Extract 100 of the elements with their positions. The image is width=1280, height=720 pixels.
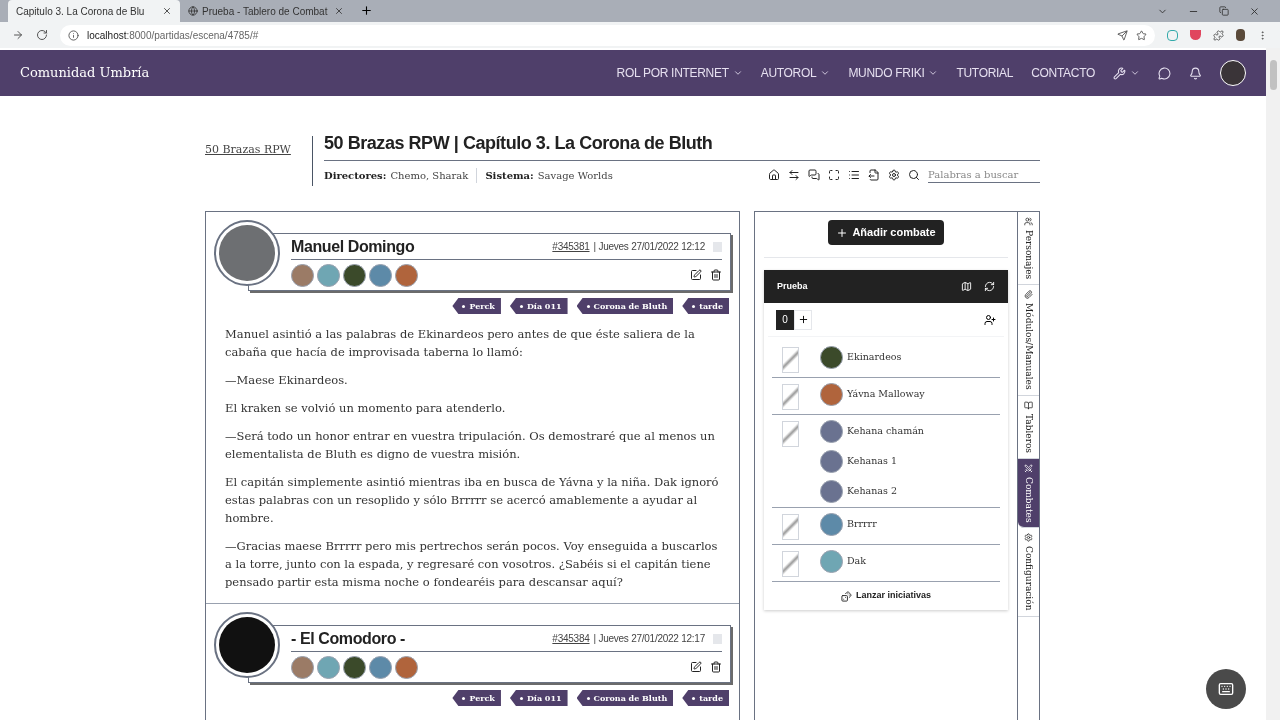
map-icon[interactable] <box>961 281 972 292</box>
chat-icon[interactable] <box>1158 66 1171 80</box>
caret-icon <box>928 68 939 78</box>
address-bar[interactable]: localhost:8000/partidas/escena/4785/# <box>60 24 1155 46</box>
combatant-name[interactable]: Kehanas 1 <box>847 453 897 469</box>
roll-initiative-button[interactable]: Lanzar iniciativas <box>772 582 1000 610</box>
combatant-name[interactable]: Yávna Malloway <box>847 386 925 402</box>
combatant-name[interactable]: Kehanas 2 <box>847 483 897 499</box>
fullscreen-icon[interactable] <box>828 169 840 181</box>
tag[interactable]: Corona de Bluth <box>576 690 674 706</box>
scrollbar[interactable] <box>1266 48 1280 720</box>
tag[interactable]: Corona de Bluth <box>576 298 674 314</box>
settings-icon[interactable] <box>888 169 900 181</box>
pocket-icon[interactable] <box>1190 30 1201 40</box>
playing-card-icon <box>782 551 799 577</box>
combatant-avatar <box>820 549 843 573</box>
round-counter: 0 <box>776 309 794 330</box>
combatant-name[interactable]: Dak <box>847 553 867 569</box>
side-tab[interactable]: Personajes <box>1018 212 1039 286</box>
url-host: localhost <box>87 28 127 43</box>
side-tab[interactable]: Configuración <box>1018 528 1039 617</box>
post-paragraph: —Maese Ekinardeos. <box>225 372 349 389</box>
browser-tab[interactable]: Prueba - Tablero de Combat <box>180 0 352 22</box>
chat-icon[interactable] <box>808 169 820 181</box>
tag[interactable]: tarde <box>682 690 729 706</box>
wrench-icon[interactable] <box>1113 66 1126 80</box>
playing-card-icon <box>782 421 799 447</box>
combat-title: Prueba <box>777 279 808 293</box>
close-icon[interactable] <box>334 6 344 16</box>
combatant-name[interactable]: Brrrrr <box>847 516 877 532</box>
nav-link[interactable]: CONTACTO <box>1031 64 1095 82</box>
forward-icon[interactable] <box>12 29 24 41</box>
directors-value: Chemo, Sharak <box>390 167 478 183</box>
combatant-name[interactable]: Ekinardeos <box>847 349 902 365</box>
reload-icon[interactable] <box>36 29 48 41</box>
list-icon[interactable] <box>848 169 860 181</box>
side-tab[interactable]: Combates <box>1018 458 1039 529</box>
edit-icon[interactable] <box>690 269 702 281</box>
bell-icon[interactable] <box>1189 66 1202 80</box>
star-icon[interactable] <box>1136 29 1147 41</box>
combatant-name[interactable]: Kehana chamán <box>847 423 924 439</box>
character-avatar[interactable] <box>395 263 418 287</box>
post-paragraph: Manuel asintió a las palabras de Ekinardeos pero antes de que éste saliera de la cabaña que hacía de improvisada taberna lo llamó: <box>225 326 696 361</box>
user-avatar[interactable] <box>1220 60 1246 86</box>
tag[interactable]: Día 011 <box>509 298 568 314</box>
character-avatar[interactable] <box>343 655 366 679</box>
nav-link[interactable]: ROL POR INTERNET <box>616 64 743 82</box>
post-date: | Jueves 27/01/2022 12:17 <box>593 632 705 646</box>
side-tab[interactable]: Módulos/Manuales <box>1018 285 1039 396</box>
browser-tab[interactable]: Capitulo 3. La Corona de Blu <box>8 0 180 22</box>
character-avatar[interactable] <box>395 655 418 679</box>
swords-icon <box>1024 463 1033 473</box>
post-paragraph: —Será todo un honor entrar en vuestra tripulación. Os demostraré que al menos un elementalista de Bluth es digno de vuestra misión. <box>225 428 716 463</box>
nav-link[interactable]: AUTOROL <box>760 64 831 82</box>
search-field[interactable]: Palabras a buscar <box>928 167 1040 183</box>
logo-image-alt[interactable]: 50 Brazas RPW <box>205 143 291 156</box>
character-avatar[interactable] <box>343 263 366 287</box>
directors-label: Directores: <box>324 168 387 183</box>
plus-icon <box>836 226 849 239</box>
keyboard-button[interactable] <box>1206 669 1246 709</box>
close-icon[interactable] <box>162 6 172 16</box>
delete-icon[interactable] <box>710 661 722 673</box>
tag[interactable]: Perck <box>452 298 501 314</box>
combatant-avatar <box>820 449 843 473</box>
delete-icon[interactable] <box>710 269 722 281</box>
playing-card-icon <box>782 514 799 540</box>
profile-icon[interactable] <box>1236 29 1245 41</box>
swap-icon[interactable] <box>788 169 800 181</box>
globe-icon <box>188 6 198 16</box>
add-combat-button[interactable]: Añadir combate <box>828 220 944 245</box>
site-brand[interactable]: Comunidad Umbría <box>20 63 150 83</box>
edit-icon[interactable] <box>690 661 702 673</box>
new-tab-icon[interactable] <box>360 4 373 17</box>
nav-link[interactable]: TUTORIAL <box>956 64 1014 82</box>
dice-icon <box>840 590 852 602</box>
nav-link[interactable]: MUNDO FRIKI <box>848 64 939 82</box>
gear-icon <box>1024 533 1033 543</box>
post-paragraph: El kraken se volvió un momento para atenderlo. <box>225 400 507 417</box>
refresh-icon[interactable] <box>984 281 995 292</box>
post-link[interactable]: #345381 <box>552 239 590 254</box>
export-icon[interactable] <box>868 169 880 181</box>
scrollbar-thumb[interactable] <box>1269 60 1277 90</box>
tag[interactable]: Día 011 <box>509 690 568 706</box>
add-round-button[interactable] <box>794 309 812 330</box>
tag[interactable]: tarde <box>682 298 729 314</box>
caret-icon <box>732 68 743 78</box>
search-icon[interactable] <box>908 169 920 181</box>
add-participant-icon[interactable] <box>984 313 996 326</box>
send-icon[interactable] <box>1117 29 1128 41</box>
restore-icon[interactable] <box>1219 6 1229 16</box>
book-icon <box>1024 400 1033 410</box>
side-tab[interactable]: Tableros <box>1018 395 1039 459</box>
post-date: | Jueves 27/01/2022 12:12 <box>593 240 705 254</box>
tab-title: Capitulo 3. La Corona de Blu <box>16 4 146 19</box>
tag[interactable]: Perck <box>452 690 501 706</box>
home-icon[interactable] <box>768 169 780 181</box>
close-icon[interactable] <box>1249 6 1260 17</box>
post-link[interactable]: #345384 <box>552 631 590 646</box>
extensions-icon[interactable] <box>1213 29 1224 41</box>
combatant-avatar <box>820 419 843 443</box>
